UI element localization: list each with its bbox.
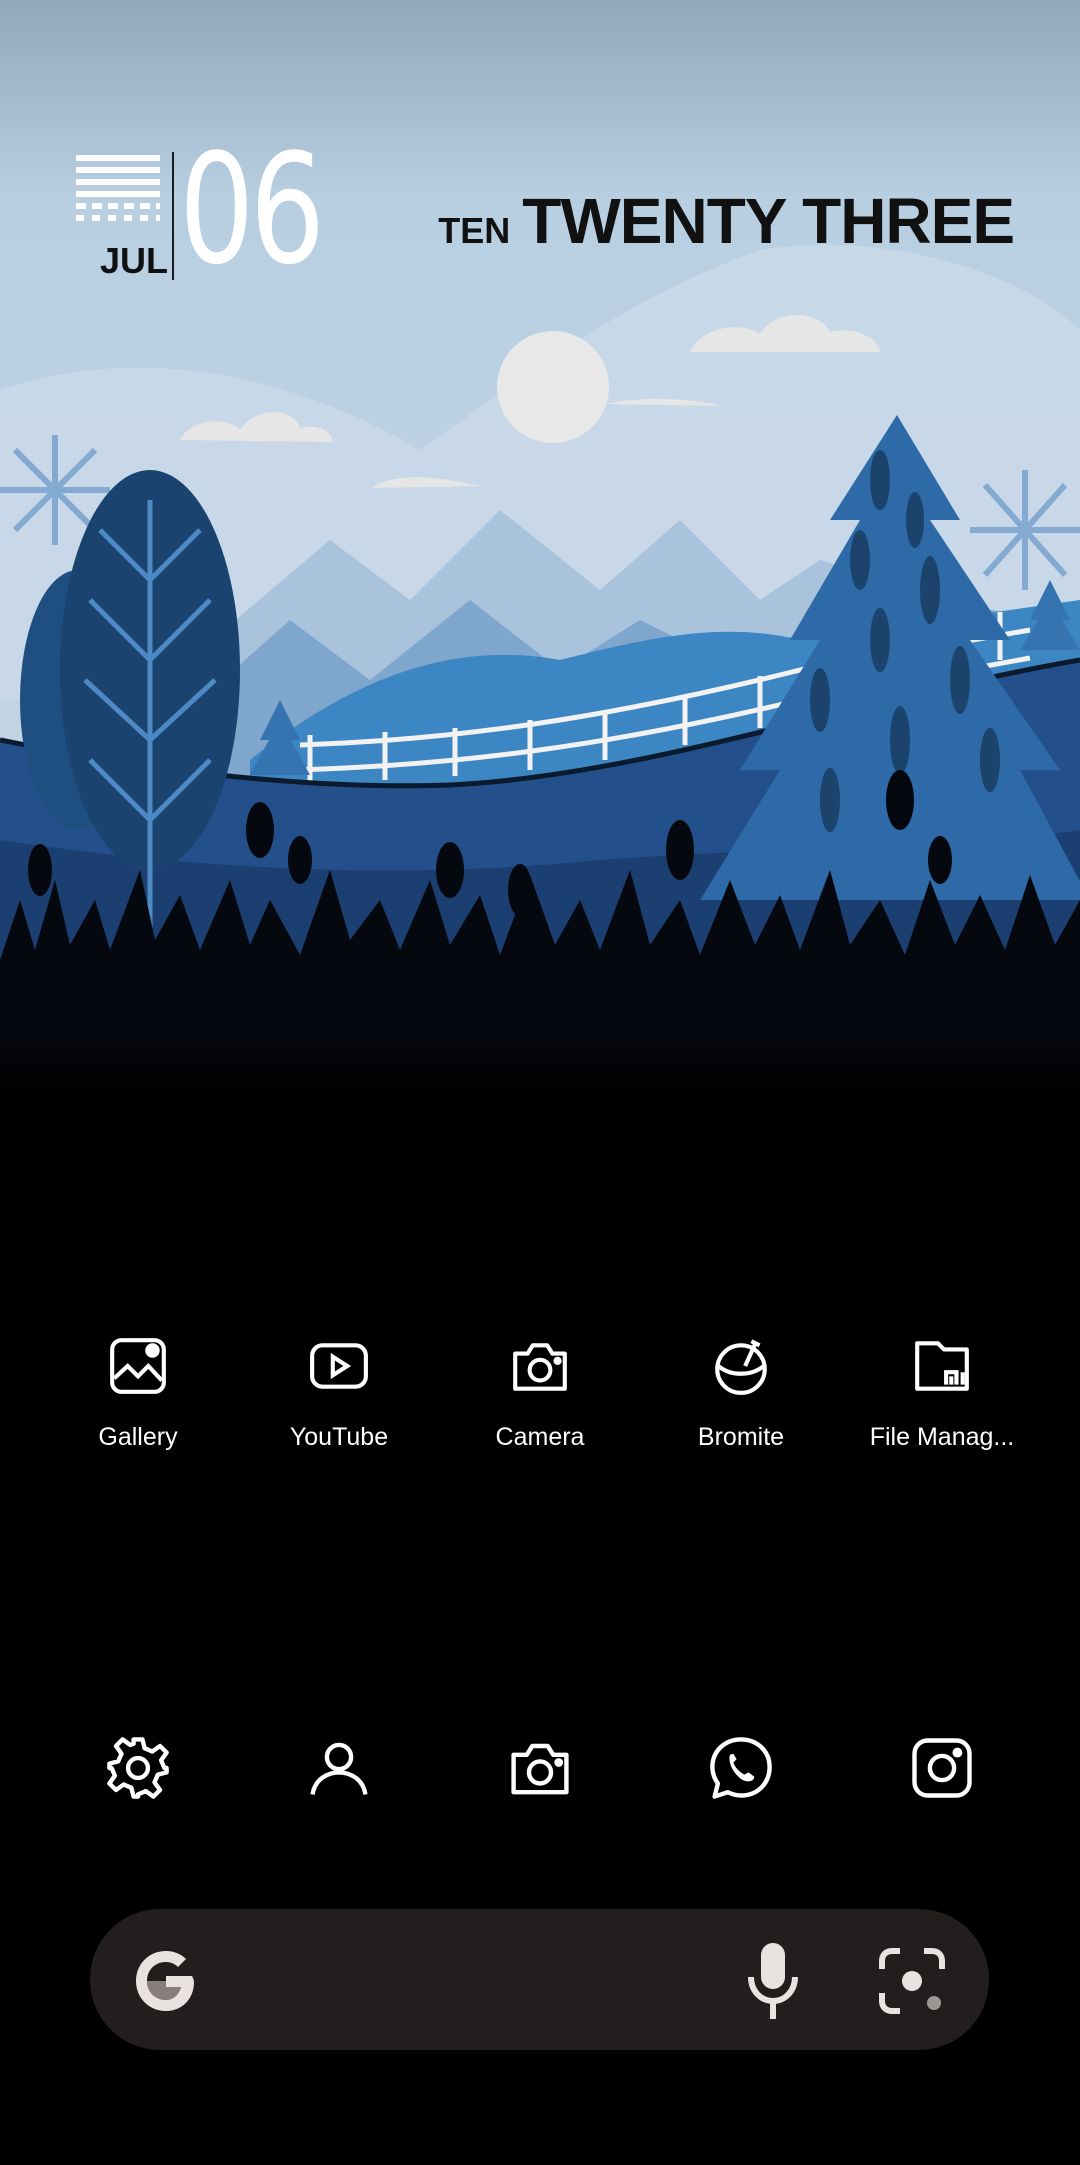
settings-icon[interactable] [105,1735,171,1801]
app-label: Bromite [697,1423,785,1451]
home-screen: JUL 06 TEN TWENTY THREE Gallery YouTube [0,0,1080,2165]
gallery-icon [110,1338,166,1394]
file-manager-icon [915,1341,969,1391]
date-bars-graphic [76,155,160,227]
clock-divider [172,152,174,280]
google-lens-icon[interactable] [878,1947,946,2015]
app-camera[interactable]: Camera [440,1335,640,1452]
google-g-icon [136,1951,194,2011]
clock-widget[interactable]: JUL 06 [76,134,336,286]
app-grid-row: Gallery YouTube Camera Bromite File Mana… [0,1335,1080,1485]
time-hour-words: TEN [438,210,511,251]
youtube-icon [310,1343,368,1389]
dock [0,1735,1080,1805]
instagram-icon[interactable] [909,1735,975,1801]
app-label: Gallery [98,1423,178,1451]
month-label: JUL [100,240,169,281]
app-file-manager[interactable]: File Manag... [842,1335,1042,1452]
contacts-icon[interactable] [306,1735,372,1801]
app-label: Camera [495,1423,585,1451]
google-search-bar[interactable] [90,1909,989,2050]
app-gallery[interactable]: Gallery [38,1335,238,1452]
camera-icon[interactable] [507,1735,573,1801]
day-number: 06 [179,121,325,298]
app-label: File Manag... [869,1423,1015,1451]
app-youtube[interactable]: YouTube [239,1335,439,1452]
time-minute-words: TWENTY THREE [522,185,1015,257]
time-words[interactable]: TEN TWENTY THREE [438,184,1015,258]
app-bromite[interactable]: Bromite [641,1335,841,1452]
bromite-icon [715,1339,767,1395]
camera-icon [513,1343,567,1391]
whatsapp-icon[interactable] [708,1735,774,1801]
microphone-icon[interactable] [744,1941,802,2021]
app-label: YouTube [289,1423,389,1451]
